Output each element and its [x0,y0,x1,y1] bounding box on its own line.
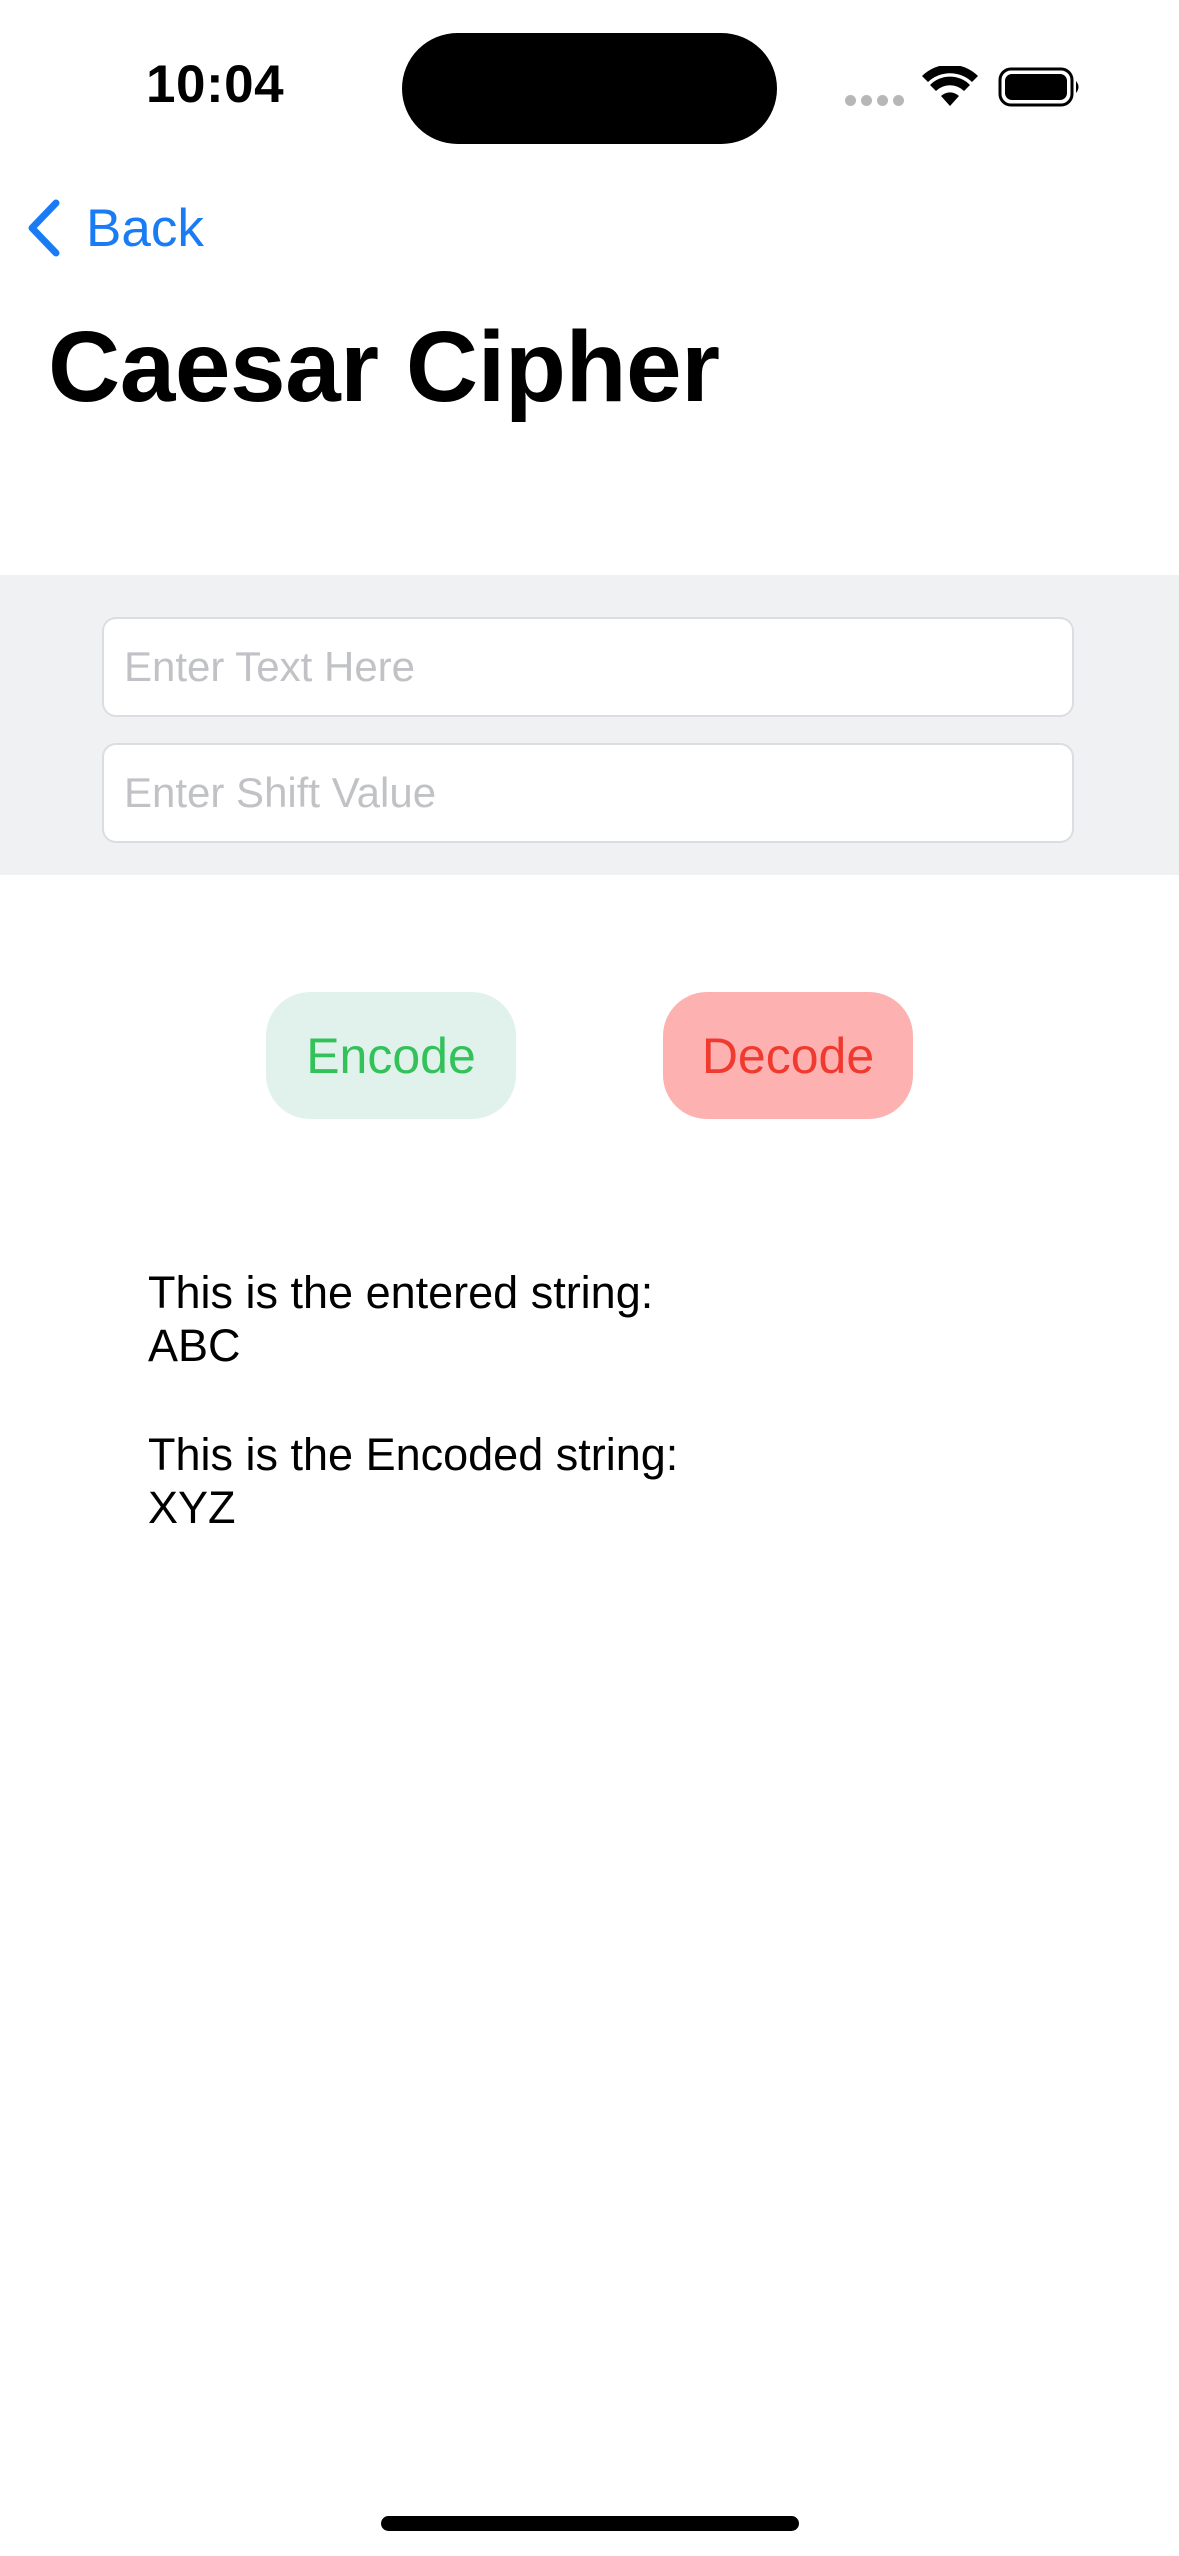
encode-button[interactable]: Encode [266,992,516,1119]
encoded-heading: This is the Encoded string: [148,1429,679,1480]
entered-output: This is the entered string: ABC [148,1266,653,1372]
encoded-value: XYZ [148,1482,236,1533]
dynamic-island [402,33,777,144]
decode-button[interactable]: Decode [663,992,913,1119]
wifi-icon [922,66,978,106]
home-indicator[interactable] [381,2516,799,2531]
status-time: 10:04 [146,55,285,114]
entered-heading: This is the entered string: [148,1267,654,1318]
encoded-output: This is the Encoded string: XYZ [148,1428,678,1534]
text-input[interactable] [102,617,1074,717]
entered-value: ABC [148,1320,241,1371]
chevron-left-icon [28,199,60,257]
back-label: Back [86,198,204,258]
battery-icon [998,67,1079,107]
signal-dots-icon [845,95,905,107]
page-title: Caesar Cipher [48,311,720,423]
back-button[interactable]: Back [24,193,204,263]
input-form [0,575,1179,875]
shift-value-input[interactable] [102,743,1074,843]
status-bar: 10:04 [0,0,1179,170]
